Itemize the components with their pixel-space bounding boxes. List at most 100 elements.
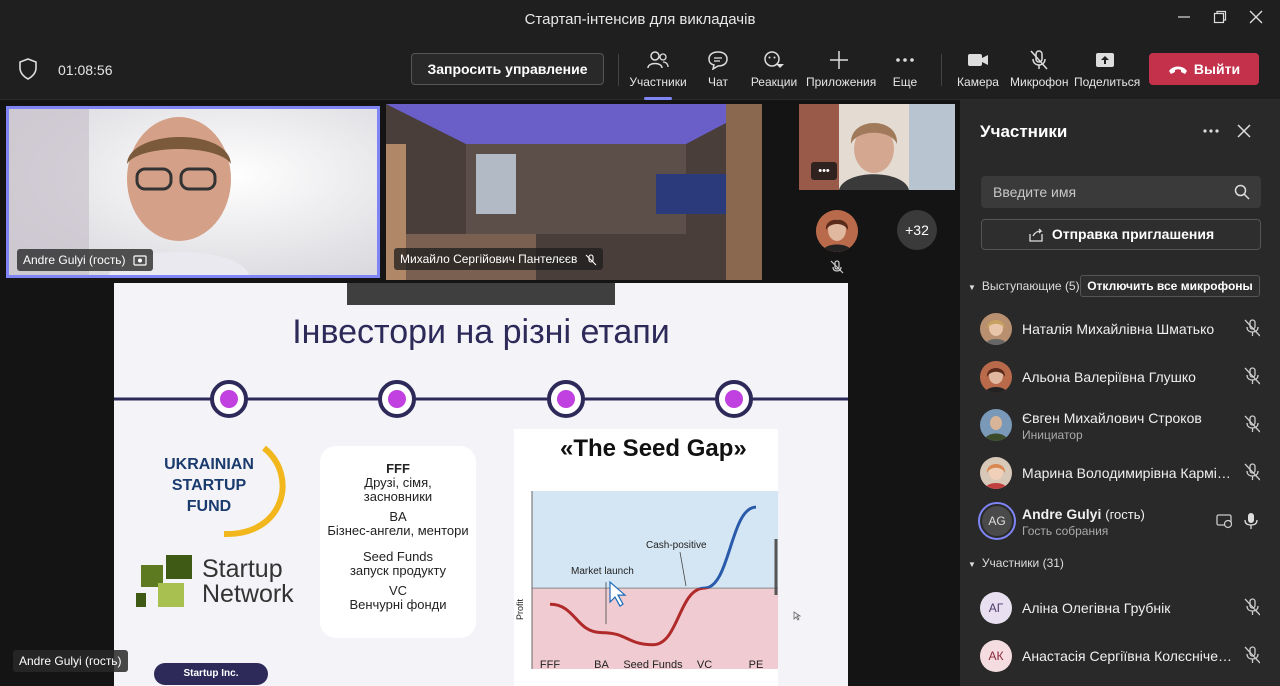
more-options-icon[interactable] [1201, 122, 1221, 145]
reaction-icon [764, 51, 784, 68]
leave-button[interactable]: Выйти [1149, 53, 1259, 85]
mic-off-icon [1244, 598, 1260, 616]
participant-row[interactable]: Наталія Михайлівна Шматько [980, 309, 1270, 349]
chat-label: Чат [708, 75, 728, 89]
chevron-down-icon: ▼ [968, 560, 976, 569]
startup-network-logo: Startup Network [136, 553, 311, 613]
tile-more-button[interactable]: ••• [811, 162, 837, 180]
participant-row[interactable]: Євген Михайлович Строков Инициатор [980, 405, 1270, 445]
seed-gap-chart: «The Seed Gap» FFF BA Seed Funds VC PE Profit… [514, 429, 778, 686]
window-title: Стартап-інтенсив для викладачів [524, 11, 756, 28]
camera-button[interactable]: Камера [956, 48, 1000, 94]
speakers-header[interactable]: ▼ Выступающие (5) [968, 279, 1080, 293]
avatar: АК [980, 640, 1012, 672]
participant-name: Марина Володимирівна Карміщева [1022, 465, 1232, 481]
x-tick-label: BA [594, 659, 609, 671]
avatar [980, 409, 1012, 441]
video-tile-mykhailo[interactable]: Михайло Сергійович Пантелєєв [386, 104, 762, 280]
reactions-button[interactable]: Реакции [750, 48, 798, 94]
more-dots-icon [896, 58, 914, 62]
apps-label: Приложения [806, 75, 877, 89]
participant-row[interactable]: АК Анастасія Сергіївна Колєсніченко [980, 636, 1270, 676]
share-link-icon [1029, 228, 1043, 242]
shield-icon[interactable] [18, 58, 38, 85]
startup-inc-badge: Startup Inc. [154, 663, 268, 685]
search-icon [1234, 184, 1250, 200]
participant-name: Аліна Олегівна Грубнік [1022, 600, 1171, 616]
presenter-name-label: Andre Gulyi (гость) [13, 650, 128, 672]
title-bar: Стартап-інтенсив для викладачів [0, 0, 1280, 40]
timeline [114, 380, 848, 418]
divider [941, 54, 942, 86]
participants-panel: Участники Введите имя Отправка приглашен… [960, 100, 1280, 686]
x-tick-label: FFF [540, 659, 560, 671]
video-tile-andre[interactable]: Andre Gulyi (гость) [6, 106, 380, 278]
mic-off-icon [1244, 463, 1260, 481]
presenter-toolbar[interactable] [347, 283, 615, 305]
reactions-label: Реакции [750, 75, 798, 89]
leave-label: Выйти [1193, 61, 1241, 77]
tile-name-label: Михайло Сергійович Пантелєєв [394, 248, 603, 270]
investor-types-box: FFF Друзі, сімя, засновники BA Бізнес-ан… [320, 446, 476, 638]
chat-button[interactable]: Чат [698, 48, 738, 94]
divider [618, 54, 619, 86]
more-button[interactable]: Еще [884, 48, 926, 94]
timeline-node [210, 380, 248, 418]
participant-role: Гость собрания [1022, 524, 1109, 538]
participant-row[interactable]: AG Andre Gulyi (гость) Гость собрания [978, 501, 1270, 541]
participant-name: Євген Михайлович Строков [1022, 410, 1202, 426]
chart-plot: FFF BA Seed Funds VC PE Profit Market launch Ca… [515, 491, 778, 671]
request-control-button[interactable]: Запросить управление [411, 53, 604, 85]
apps-button[interactable]: Приложения [806, 48, 876, 94]
avatar [980, 457, 1012, 489]
x-tick-label: Seed Funds [623, 659, 683, 671]
overflow-participants-count[interactable]: +32 [897, 210, 937, 250]
participants-label: Участники [629, 75, 687, 89]
participant-row[interactable]: Альона Валеріївна Глушко [980, 357, 1270, 397]
participant-row[interactable]: АГ Аліна Олегівна Грубнік [980, 588, 1270, 628]
mic-icon [1244, 513, 1258, 529]
mic-off-icon [1030, 50, 1048, 70]
chat-icon [708, 51, 728, 70]
close-panel-icon[interactable] [1235, 122, 1253, 145]
timeline-node [547, 380, 585, 418]
mic-off-icon [1244, 367, 1260, 385]
timeline-node [378, 380, 416, 418]
phone-hangup-icon [1168, 66, 1187, 75]
avatar: AG [978, 502, 1016, 540]
tile-name-label: Andre Gulyi (гость) [17, 249, 153, 271]
mic-off-icon [1244, 646, 1260, 664]
screen-share-icon [1216, 514, 1233, 529]
mouse-cursor-icon [793, 608, 802, 626]
chevron-down-icon: ▼ [968, 283, 976, 292]
invite-button[interactable]: Отправка приглашения [981, 219, 1261, 250]
mic-off-icon [1244, 319, 1260, 337]
participant-name: Альона Валеріївна Глушко [1022, 369, 1196, 385]
negative-zone [532, 588, 778, 669]
meeting-timer: 01:08:56 [58, 62, 113, 78]
mic-off-icon [1244, 415, 1260, 433]
share-label: Поделиться [1074, 75, 1141, 89]
participants-button[interactable]: Участники [628, 48, 688, 100]
close-window-icon[interactable] [1244, 8, 1268, 32]
maximize-icon[interactable] [1208, 8, 1232, 32]
share-button[interactable]: Поделиться [1074, 48, 1140, 94]
screen-share-icon [133, 255, 147, 266]
search-input[interactable]: Введите имя [981, 176, 1261, 208]
video-tile-small[interactable]: ••• [799, 104, 955, 190]
avatar [980, 313, 1012, 345]
share-icon [1096, 53, 1114, 67]
minimize-icon[interactable] [1172, 8, 1196, 32]
attendees-header[interactable]: ▼ Участники (31) [968, 556, 1064, 570]
participant-name: Andre Gulyi (гость) [1022, 506, 1145, 522]
mic-button[interactable]: Микрофон [1010, 48, 1068, 94]
slide-title: Інвестори на різні етапи [292, 313, 670, 351]
participant-avatar[interactable] [816, 210, 858, 252]
participant-row[interactable]: Марина Володимирівна Карміщева [980, 453, 1270, 493]
camera-label: Камера [957, 75, 999, 89]
shared-slide: Інвестори на різні етапи UKRAINIAN START… [114, 283, 848, 686]
annotation-label: Cash-positive [646, 540, 707, 551]
mute-all-button[interactable]: Отключить все микрофоны [1080, 275, 1260, 297]
people-icon [647, 51, 669, 69]
mic-off-icon [585, 254, 597, 266]
